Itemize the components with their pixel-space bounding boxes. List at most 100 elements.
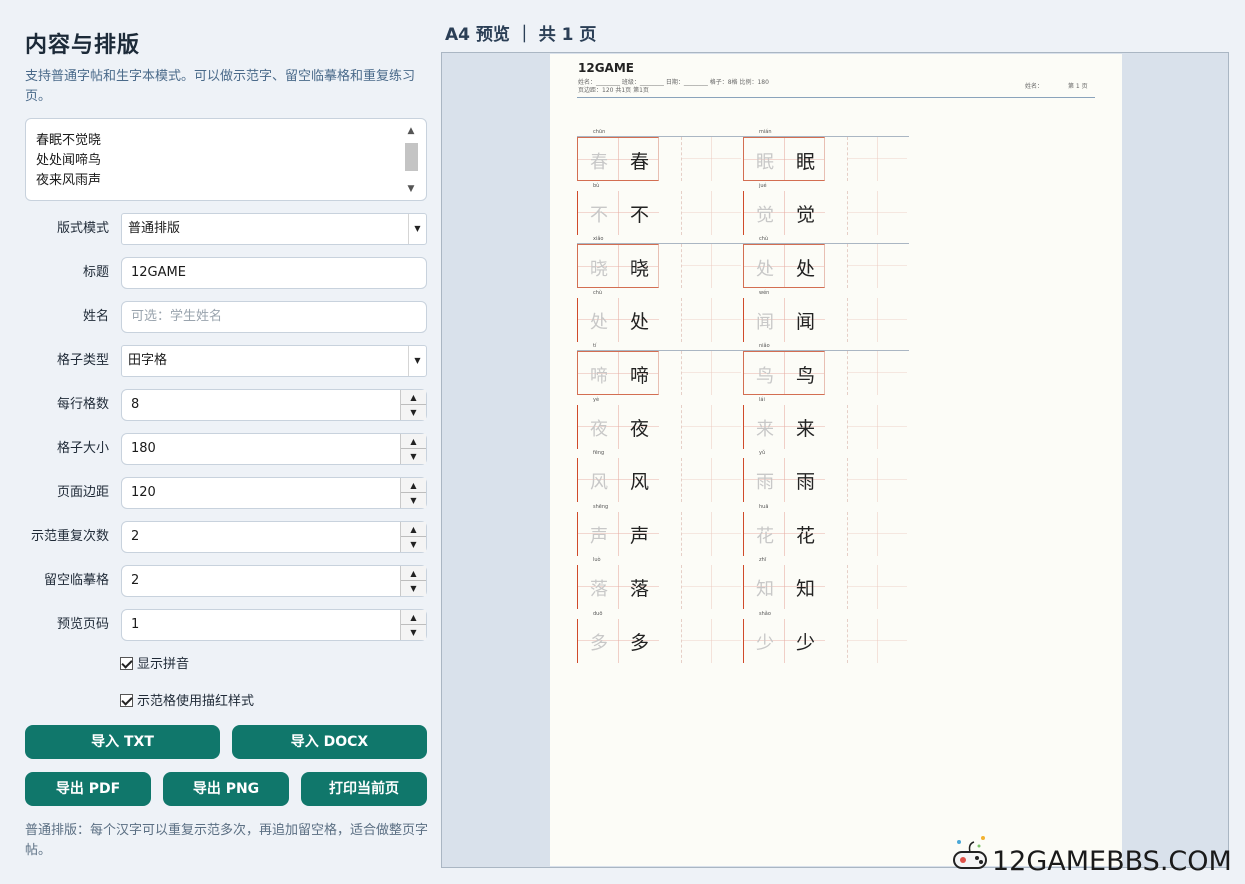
pinyin-label: shǎo xyxy=(759,610,771,617)
pinyin-label: lái xyxy=(759,396,765,403)
cell-size-value: 180 xyxy=(131,441,156,456)
char-cell-group: wén 闻闻 xyxy=(743,290,913,342)
demo-char: 春 xyxy=(630,151,650,173)
print-page-button[interactable]: 打印当前页 xyxy=(301,772,427,806)
increment-icon[interactable]: ▲ xyxy=(401,566,426,581)
export-png-button[interactable]: 导出 PNG xyxy=(163,772,289,806)
char-cell-group: yǔ 雨雨 xyxy=(743,450,913,502)
demo-char: 声 xyxy=(630,524,650,547)
page-margin-label: 页面边距 xyxy=(56,485,109,500)
blank-cells-stepper[interactable]: 2 ▲ ▼ xyxy=(121,565,427,597)
increment-icon[interactable]: ▲ xyxy=(401,478,426,493)
pinyin-label: jué xyxy=(759,182,767,189)
demo-char: 少 xyxy=(796,631,816,654)
trace-char: 处 xyxy=(756,259,774,280)
char-cell-group: chù 处处 xyxy=(743,236,913,288)
trace-style-checkbox[interactable]: 示范格使用描红样式 xyxy=(120,692,254,712)
decrement-icon[interactable]: ▼ xyxy=(401,537,426,552)
trace-char: 来 xyxy=(756,418,774,440)
char-cell-group: zhī 知知 xyxy=(743,557,913,609)
decrement-icon[interactable]: ▼ xyxy=(401,625,426,640)
chevron-down-icon[interactable]: ▼ xyxy=(408,346,426,376)
trace-char: 春 xyxy=(590,152,608,173)
cell-size-stepper[interactable]: 180 ▲ ▼ xyxy=(121,433,427,465)
demo-repeat-stepper[interactable]: 2 ▲ ▼ xyxy=(121,521,427,553)
decrement-icon[interactable]: ▼ xyxy=(401,493,426,508)
checkbox-checked-icon[interactable] xyxy=(120,657,133,670)
blank-practice-cell xyxy=(847,511,907,556)
char-cell-group: niǎo 鸟鸟 xyxy=(743,343,913,395)
decrement-icon[interactable]: ▼ xyxy=(401,405,426,420)
import-docx-button[interactable]: 导入 DOCX xyxy=(232,725,427,759)
per-row-value: 8 xyxy=(131,397,140,412)
preview-area[interactable]: 12GAME 姓名：________ 班级：________ 日期：______… xyxy=(441,52,1229,868)
blank-practice-cell xyxy=(681,244,741,288)
page-margin-stepper[interactable]: 120 ▲ ▼ xyxy=(121,477,427,509)
pinyin-label: chù xyxy=(759,236,769,242)
grid-type-select[interactable]: 田字格 ▼ xyxy=(121,345,427,377)
title-input[interactable]: 12GAME xyxy=(121,257,427,289)
char-cell-group: luò 落落 xyxy=(577,557,747,609)
page-title: 12GAME xyxy=(578,61,634,75)
textarea-scrollbar[interactable]: ▲ ▼ xyxy=(404,125,418,197)
char-cell-group: yè 夜夜 xyxy=(577,397,747,449)
import-txt-button[interactable]: 导入 TXT xyxy=(25,725,220,759)
panel-title: 内容与排版 xyxy=(25,33,141,58)
char-cell-group: chù 处处 xyxy=(577,290,747,342)
name-input[interactable]: 可选：学生姓名 xyxy=(121,301,427,333)
trace-char: 多 xyxy=(590,632,608,654)
layout-mode-select[interactable]: 普通排版 ▼ xyxy=(121,213,427,245)
increment-icon[interactable]: ▲ xyxy=(401,390,426,405)
demo-char: 风 xyxy=(630,471,650,493)
demo-cell: 啼啼 xyxy=(577,351,659,395)
scroll-thumb[interactable] xyxy=(405,143,418,171)
preview-page-stepper[interactable]: 1 ▲ ▼ xyxy=(121,609,427,641)
title-row: 标题 12GAME xyxy=(0,257,440,289)
blank-cells-label: 留空临摹格 xyxy=(43,573,109,588)
show-pinyin-label: 显示拼音 xyxy=(137,657,190,672)
blank-practice-cell xyxy=(681,297,741,342)
scroll-down-icon[interactable]: ▼ xyxy=(404,183,418,195)
grid-type-label: 格子类型 xyxy=(56,353,109,368)
increment-icon[interactable]: ▲ xyxy=(401,522,426,537)
blank-practice-cell xyxy=(681,458,741,502)
textarea-line: 春眠不觉晓 xyxy=(36,133,102,148)
demo-cell: 觉觉 xyxy=(743,190,825,235)
name-label: 姓名 xyxy=(82,309,109,324)
blank-cells-row: 留空临摹格 2 ▲ ▼ xyxy=(0,565,440,597)
watermark: 12GAMEBBS.COM xyxy=(950,832,1240,880)
decrement-icon[interactable]: ▼ xyxy=(401,581,426,596)
blank-cells-value: 2 xyxy=(131,573,140,588)
checkbox-checked-icon[interactable] xyxy=(120,694,133,707)
blank-practice-cell xyxy=(847,351,907,395)
name-row: 姓名 可选：学生姓名 xyxy=(0,301,440,333)
scroll-up-icon[interactable]: ▲ xyxy=(404,125,418,137)
demo-char: 啼 xyxy=(630,365,650,387)
trace-char: 闻 xyxy=(756,311,774,333)
pinyin-label: wén xyxy=(759,289,770,296)
per-row-stepper[interactable]: 8 ▲ ▼ xyxy=(121,389,427,421)
pinyin-label: luò xyxy=(593,557,601,563)
settings-panel: 内容与排版 支持普通字帖和生字本模式。可以做示范字、留空临摹格和重复练习页。 春… xyxy=(0,0,440,884)
export-pdf-button[interactable]: 导出 PDF xyxy=(25,772,151,806)
demo-cell: 处处 xyxy=(577,297,659,342)
increment-icon[interactable]: ▲ xyxy=(401,610,426,625)
preview-page-value: 1 xyxy=(131,617,140,632)
cell-size-label: 格子大小 xyxy=(56,441,109,456)
chevron-down-icon[interactable]: ▼ xyxy=(408,214,426,244)
decrement-icon[interactable]: ▼ xyxy=(401,449,426,464)
demo-cell: 落落 xyxy=(577,565,659,609)
content-textarea[interactable]: 春眠不觉晓 处处闻啼鸟 夜来风雨声 ▲ ▼ xyxy=(25,118,427,201)
char-cell-group: fēng 风风 xyxy=(577,450,747,502)
char-cell-group: bù 不不 xyxy=(577,183,747,235)
char-cell-group: huā 花花 xyxy=(743,504,913,556)
increment-icon[interactable]: ▲ xyxy=(401,434,426,449)
trace-char: 雨 xyxy=(756,472,774,493)
blank-practice-cell xyxy=(847,297,907,342)
page-meta-line2: 页边距：120 共1页 第1页 xyxy=(578,87,649,94)
demo-char: 花 xyxy=(796,524,816,547)
textarea-content[interactable]: 春眠不觉晓 处处闻啼鸟 夜来风雨声 xyxy=(36,131,101,191)
show-pinyin-checkbox[interactable]: 显示拼音 xyxy=(120,655,189,675)
a4-page: 12GAME 姓名：________ 班级：________ 日期：______… xyxy=(550,54,1122,866)
demo-repeat-value: 2 xyxy=(131,529,140,544)
